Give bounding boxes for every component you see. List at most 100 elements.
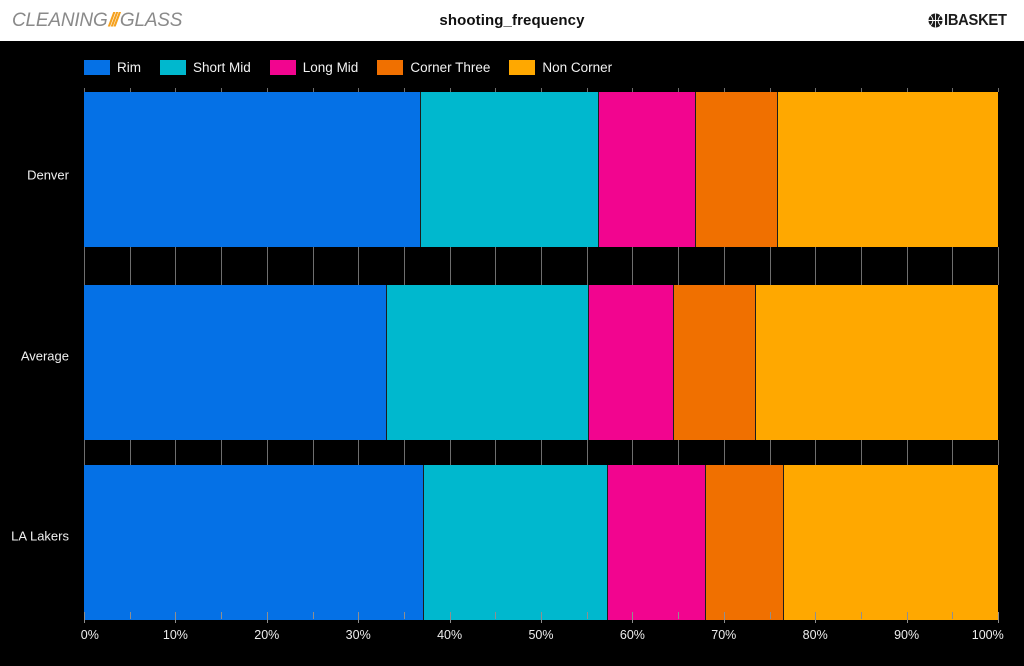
plot-tick-50 <box>541 440 542 465</box>
plot-tick-100 <box>998 247 999 285</box>
logo-word-cleaning: CLEANING <box>12 9 108 31</box>
cleaning-glass-logo[interactable]: CLEANING///GLASS <box>12 10 182 32</box>
plot-area <box>84 88 999 620</box>
legend-item-long-mid[interactable]: Long Mid <box>269 59 359 75</box>
plot-tick-75 <box>769 440 771 465</box>
plot-tick-65 <box>678 247 680 285</box>
plot-tick-55 <box>586 247 588 285</box>
plot-tick-95 <box>952 247 954 285</box>
x-axis-minor-tick-95 <box>952 612 954 619</box>
basketball-icon <box>928 13 943 28</box>
plot-tick-80 <box>815 440 817 465</box>
plot-tick-10 <box>175 247 177 285</box>
legend-item-non-corner[interactable]: Non Corner <box>509 59 613 75</box>
bar-segment-la-lakers-rim[interactable] <box>84 465 424 620</box>
legend-item-rim[interactable]: Rim <box>84 59 141 75</box>
bar-segment-la-lakers-non-corner[interactable] <box>784 465 998 620</box>
bar-segment-denver-non-corner[interactable] <box>777 92 998 247</box>
y-axis-label-la-lakers: LA Lakers <box>11 528 69 544</box>
bar-segment-denver-long-mid[interactable] <box>599 92 697 247</box>
x-axis-label-30: 30% <box>345 628 371 642</box>
plot-tick-40 <box>449 247 451 285</box>
plot-tick-top-100 <box>998 88 999 92</box>
bar-segment-denver-rim[interactable] <box>84 92 422 247</box>
x-axis-tick-40 <box>449 612 451 623</box>
plot-tick-60 <box>632 247 634 285</box>
x-axis-label-50: 50% <box>528 628 554 642</box>
bar-segment-average-non-corner[interactable] <box>755 285 998 440</box>
plot-tick-15 <box>221 440 223 465</box>
plot-tick-25 <box>312 440 314 465</box>
y-axis-label-average: Average <box>20 348 69 364</box>
x-axis-label-0: 0% <box>80 628 99 642</box>
x-axis-tick-0 <box>84 612 85 623</box>
plot-tick-0 <box>84 247 85 285</box>
x-axis-tick-60 <box>632 612 634 623</box>
bar-segment-denver-corner-three[interactable] <box>696 92 778 247</box>
bar-row-average[interactable] <box>84 285 998 440</box>
x-axis-minor-tick-5 <box>129 612 131 619</box>
legend-swatch-corner-three <box>377 59 404 75</box>
chart-legend: Rim Short Mid Long Mid Corner Three Non … <box>84 56 612 78</box>
plot-tick-30 <box>358 247 360 285</box>
bar-segment-average-corner-three[interactable] <box>673 285 756 440</box>
plot-tick-90 <box>906 440 908 465</box>
x-axis-label-60: 60% <box>619 628 645 642</box>
ibasket-brand-text: IBASKET <box>943 11 1007 29</box>
legend-swatch-long-mid <box>269 59 296 75</box>
x-axis-label-90: 90% <box>894 628 920 642</box>
x-axis-minor-tick-45 <box>495 612 497 619</box>
chart-page: CLEANING///GLASS shooting_frequency IBAS… <box>0 0 1024 666</box>
x-axis-tick-100 <box>998 612 999 623</box>
x-axis-label-20: 20% <box>254 628 280 642</box>
bar-segment-la-lakers-long-mid[interactable] <box>607 465 707 620</box>
bar-segment-average-long-mid[interactable] <box>588 285 674 440</box>
chart-header: CLEANING///GLASS shooting_frequency IBAS… <box>0 0 1024 41</box>
legend-label-non-corner: Non Corner <box>542 59 613 75</box>
bar-row-denver[interactable] <box>84 92 998 247</box>
legend-swatch-short-mid <box>160 59 186 75</box>
plot-tick-20 <box>266 247 268 285</box>
plot-tick-75 <box>769 247 771 285</box>
x-axis-minor-tick-25 <box>312 612 314 619</box>
x-axis-tick-30 <box>358 612 360 623</box>
plot-tick-80 <box>815 247 817 285</box>
logo-word-glass: GLASS <box>119 9 183 31</box>
x-axis-tick-50 <box>541 612 542 623</box>
legend-label-corner-three: Corner Three <box>410 59 491 75</box>
bar-segment-denver-short-mid[interactable] <box>421 92 600 247</box>
y-axis-label-denver: Denver <box>27 167 69 183</box>
ibasket-logo[interactable]: IBASKET <box>928 12 1012 30</box>
plot-tick-25 <box>312 247 314 285</box>
plot-tick-60 <box>632 440 634 465</box>
bar-segment-average-short-mid[interactable] <box>387 285 589 440</box>
legend-label-long-mid: Long Mid <box>302 59 359 75</box>
x-axis-label-80: 80% <box>802 628 828 642</box>
plot-tick-65 <box>678 440 680 465</box>
x-axis-label-40: 40% <box>437 628 463 642</box>
legend-item-short-mid[interactable]: Short Mid <box>160 59 251 75</box>
legend-item-corner-three[interactable]: Corner Three <box>377 59 491 75</box>
legend-label-short-mid: Short Mid <box>193 59 251 75</box>
x-axis-minor-tick-85 <box>860 612 862 619</box>
plot-tick-10 <box>175 440 177 465</box>
x-axis-tick-10 <box>175 612 177 623</box>
plot-tick-100 <box>998 440 999 465</box>
legend-swatch-non-corner <box>509 59 536 75</box>
legend-swatch-rim <box>84 59 110 75</box>
plot-tick-55 <box>586 440 588 465</box>
x-axis-minor-tick-15 <box>221 612 223 619</box>
bar-segment-la-lakers-short-mid[interactable] <box>424 465 608 620</box>
plot-tick-35 <box>403 440 405 465</box>
bar-row-la-lakers[interactable] <box>84 465 998 620</box>
plot-tick-45 <box>495 440 497 465</box>
plot-tick-30 <box>358 440 360 465</box>
plot-tick-15 <box>221 247 223 285</box>
plot-tick-70 <box>723 247 725 285</box>
x-axis-tick-20 <box>266 612 268 623</box>
bar-segment-average-rim[interactable] <box>84 285 388 440</box>
bar-segment-la-lakers-corner-three[interactable] <box>706 465 785 620</box>
page-title: shooting_frequency <box>439 12 585 29</box>
x-axis-label-70: 70% <box>711 628 737 642</box>
plot-tick-5 <box>129 247 131 285</box>
